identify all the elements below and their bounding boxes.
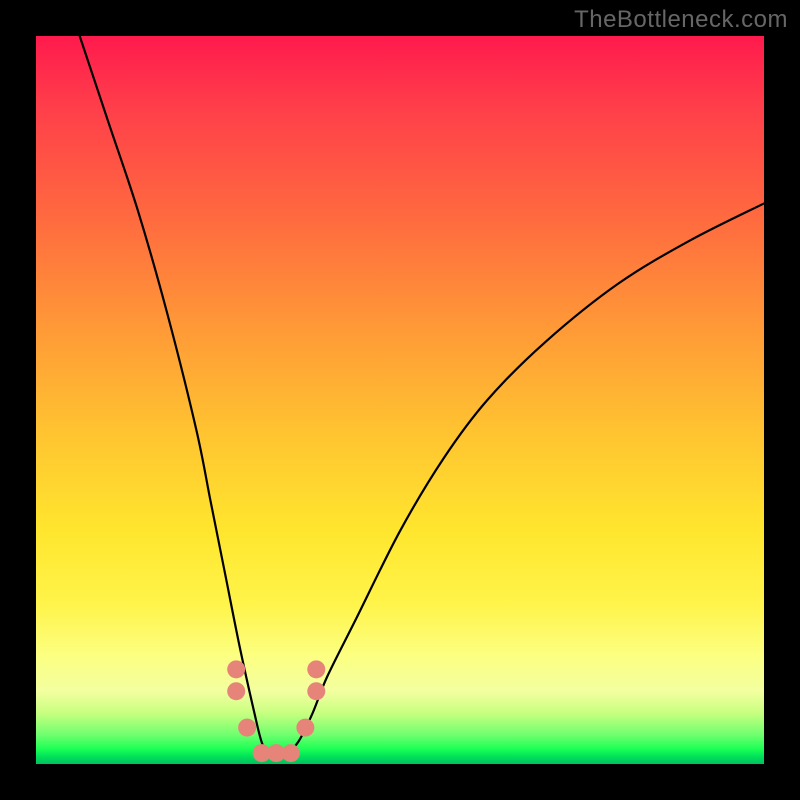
trough-marker	[307, 682, 325, 700]
watermark-text: TheBottleneck.com	[574, 6, 788, 34]
trough-marker	[296, 719, 314, 737]
trough-marker	[238, 719, 256, 737]
chart-frame: TheBottleneck.com	[0, 0, 800, 800]
trough-marker	[227, 682, 245, 700]
gradient-plot-area	[36, 36, 764, 764]
trough-marker	[282, 744, 300, 762]
curve-layer	[36, 36, 764, 764]
marker-group	[227, 660, 325, 762]
bottleneck-curve	[80, 36, 764, 758]
trough-marker	[227, 660, 245, 678]
trough-marker	[307, 660, 325, 678]
